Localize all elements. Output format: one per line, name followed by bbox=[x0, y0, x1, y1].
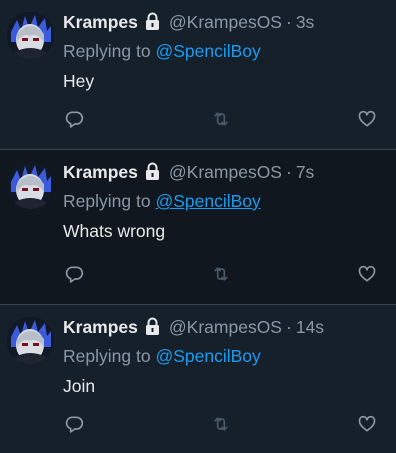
timestamp[interactable]: 7s bbox=[296, 161, 314, 183]
user-handle[interactable]: @KrampesOS bbox=[169, 161, 282, 183]
tweet-header: Krampes @KrampesOS · 7s bbox=[63, 161, 314, 183]
like-button[interactable] bbox=[355, 262, 379, 286]
display-name[interactable]: Krampes bbox=[63, 11, 138, 33]
reply-icon bbox=[65, 266, 84, 283]
replying-to-link[interactable]: @SpencilBoy bbox=[155, 41, 260, 61]
tweet[interactable]: Krampes @KrampesOS · 3s Replying to @Spe… bbox=[0, 0, 396, 150]
like-button[interactable] bbox=[355, 412, 379, 436]
reply-icon bbox=[65, 111, 84, 128]
avatar[interactable] bbox=[7, 12, 54, 59]
retweet-icon bbox=[214, 112, 228, 126]
display-name[interactable]: Krampes bbox=[63, 161, 138, 183]
tweet[interactable]: Krampes @KrampesOS · 7s Replying to @Spe… bbox=[0, 150, 396, 305]
reply-button[interactable] bbox=[62, 107, 86, 131]
tweet-header: Krampes @KrampesOS · 3s bbox=[63, 11, 314, 33]
retweet-button[interactable] bbox=[209, 412, 233, 436]
lock-icon bbox=[144, 317, 161, 337]
replying-to-link[interactable]: @SpencilBoy bbox=[155, 346, 260, 366]
tweet-text: Join bbox=[63, 376, 96, 396]
replying-prefix: Replying to bbox=[63, 41, 151, 61]
heart-icon bbox=[358, 265, 376, 282]
tweet-text: Whats wrong bbox=[63, 221, 166, 241]
retweet-button[interactable] bbox=[209, 262, 233, 286]
reply-button[interactable] bbox=[62, 412, 86, 436]
replying-to: Replying to @SpencilBoy bbox=[63, 190, 261, 212]
timestamp[interactable]: 14s bbox=[296, 316, 324, 338]
reply-button[interactable] bbox=[62, 262, 86, 286]
tweet-feed: Krampes @KrampesOS · 3s Replying to @Spe… bbox=[0, 0, 396, 453]
reply-icon bbox=[65, 416, 84, 433]
tweet[interactable]: Krampes @KrampesOS · 14s Replying to @Sp… bbox=[0, 305, 396, 453]
retweet-icon bbox=[214, 267, 228, 281]
replying-prefix: Replying to bbox=[63, 346, 151, 366]
retweet-button[interactable] bbox=[209, 107, 233, 131]
heart-icon bbox=[358, 415, 376, 432]
separator-dot: · bbox=[285, 12, 292, 32]
timestamp[interactable]: 3s bbox=[296, 11, 314, 33]
separator-dot: · bbox=[285, 317, 292, 337]
replying-to: Replying to @SpencilBoy bbox=[63, 345, 261, 367]
avatar[interactable] bbox=[7, 162, 54, 209]
heart-icon bbox=[358, 110, 376, 127]
user-handle[interactable]: @KrampesOS bbox=[169, 11, 282, 33]
lock-icon bbox=[144, 12, 161, 32]
user-handle[interactable]: @KrampesOS bbox=[169, 316, 282, 338]
tweet-header: Krampes @KrampesOS · 14s bbox=[63, 316, 324, 338]
avatar[interactable] bbox=[7, 317, 54, 364]
replying-prefix: Replying to bbox=[63, 191, 151, 211]
tweet-text: Hey bbox=[63, 71, 95, 91]
separator-dot: · bbox=[285, 162, 292, 182]
lock-icon bbox=[144, 162, 161, 182]
like-button[interactable] bbox=[355, 107, 379, 131]
replying-to: Replying to @SpencilBoy bbox=[63, 40, 261, 62]
retweet-icon bbox=[214, 417, 228, 431]
display-name[interactable]: Krampes bbox=[63, 316, 138, 338]
replying-to-link[interactable]: @SpencilBoy bbox=[155, 191, 260, 211]
